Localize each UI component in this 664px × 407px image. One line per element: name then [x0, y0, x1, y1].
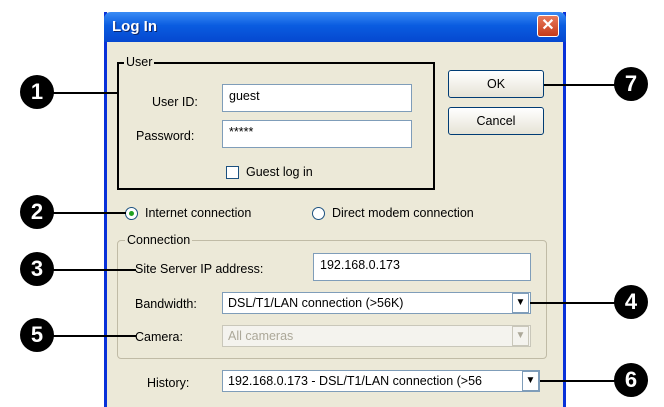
- site-server-ip-field[interactable]: 192.168.0.173: [313, 253, 531, 281]
- camera-label: Camera:: [135, 330, 183, 344]
- callout-3-pointer: [48, 269, 136, 271]
- callout-4-pointer: [530, 302, 620, 304]
- callout-1-pointer: [48, 92, 118, 94]
- callout-badge-2: 2: [20, 195, 54, 229]
- callout-badge-1: 1: [20, 75, 54, 109]
- internet-connection-label: Internet connection: [145, 206, 252, 220]
- callout-5-pointer: [48, 335, 136, 337]
- user-group-legend: User: [124, 55, 155, 69]
- user-id-field[interactable]: guest: [222, 84, 412, 112]
- camera-select[interactable]: All cameras: [222, 325, 531, 347]
- callout-2-pointer: [48, 212, 126, 214]
- direct-modem-label: Direct modem connection: [332, 206, 474, 220]
- bandwidth-select[interactable]: DSL/T1/LAN connection (>56K): [222, 292, 531, 314]
- internet-connection-radio[interactable]: [125, 207, 138, 220]
- guest-login-label: Guest log in: [246, 165, 313, 179]
- callout-badge-7: 7: [614, 67, 648, 101]
- password-field[interactable]: *****: [222, 120, 412, 148]
- close-button[interactable]: ✕: [537, 15, 559, 37]
- history-label: History:: [147, 376, 190, 390]
- callout-badge-3: 3: [20, 252, 54, 286]
- direct-modem-radio[interactable]: [312, 207, 325, 220]
- bandwidth-label: Bandwidth:: [135, 297, 197, 311]
- camera-dropdown-arrow-icon[interactable]: ▼: [512, 326, 529, 346]
- user-id-label: User ID:: [152, 95, 198, 109]
- connection-group-legend: Connection: [125, 233, 193, 247]
- callout-6-pointer: [540, 380, 620, 382]
- cancel-button[interactable]: Cancel: [448, 107, 544, 135]
- history-dropdown-arrow-icon[interactable]: ▼: [522, 371, 539, 391]
- window-title: Log In: [112, 18, 157, 35]
- guest-login-checkbox[interactable]: [226, 166, 239, 179]
- callout-badge-6: 6: [614, 363, 648, 397]
- history-select[interactable]: 192.168.0.173 - DSL/T1/LAN connection (>…: [222, 370, 540, 392]
- callout-7-pointer: [544, 84, 624, 86]
- callout-badge-5: 5: [20, 318, 54, 352]
- callout-badge-4: 4: [614, 285, 648, 319]
- ok-button[interactable]: OK: [448, 70, 544, 98]
- password-label: Password:: [136, 129, 195, 143]
- title-bar: [104, 12, 566, 42]
- bandwidth-dropdown-arrow-icon[interactable]: ▼: [512, 293, 529, 313]
- site-server-ip-label: Site Server IP address:: [135, 262, 264, 276]
